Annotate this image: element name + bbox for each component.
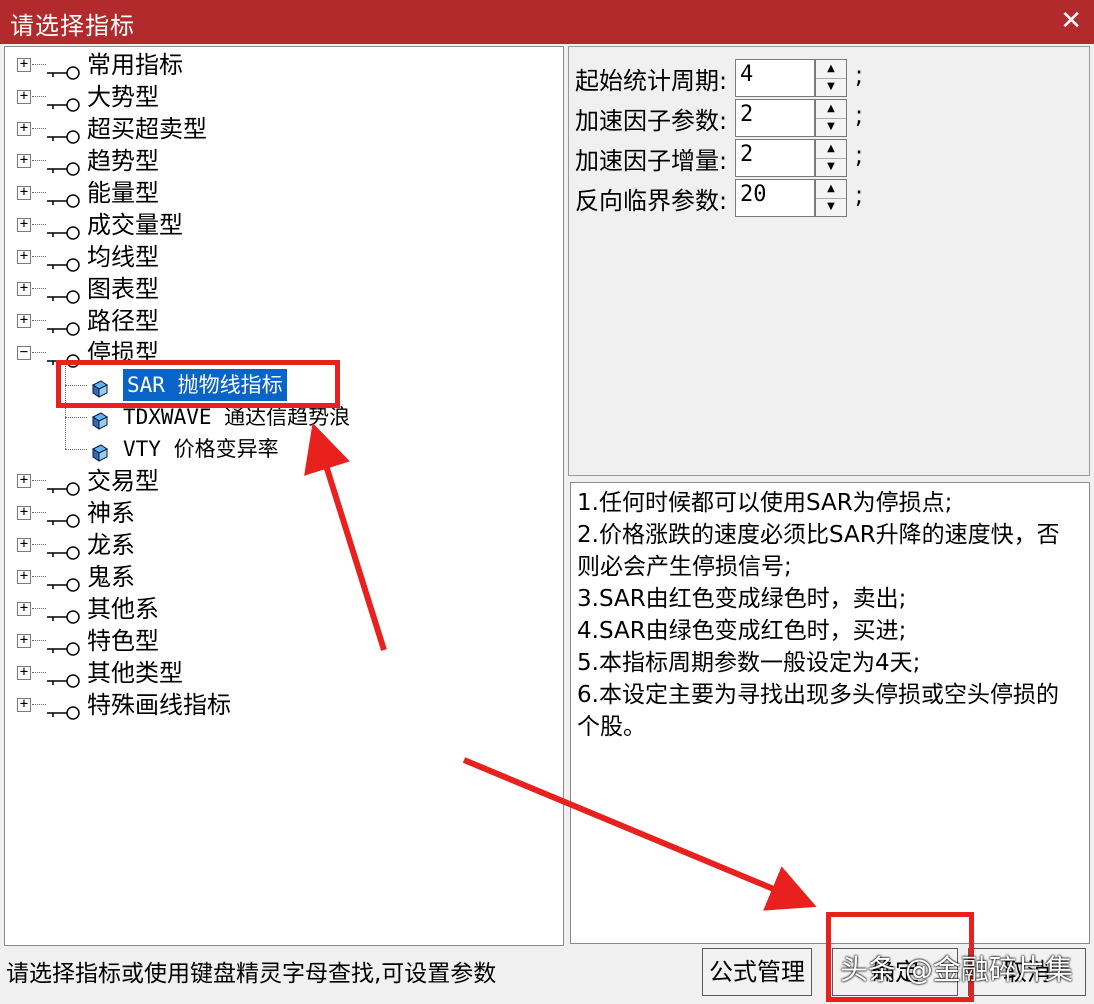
arrow-to-ok — [462, 757, 817, 911]
arrow-to-sar — [304, 422, 387, 651]
annotation-arrows — [304, 422, 817, 911]
watermark: 头条 @金融碎片集 — [840, 953, 1073, 986]
